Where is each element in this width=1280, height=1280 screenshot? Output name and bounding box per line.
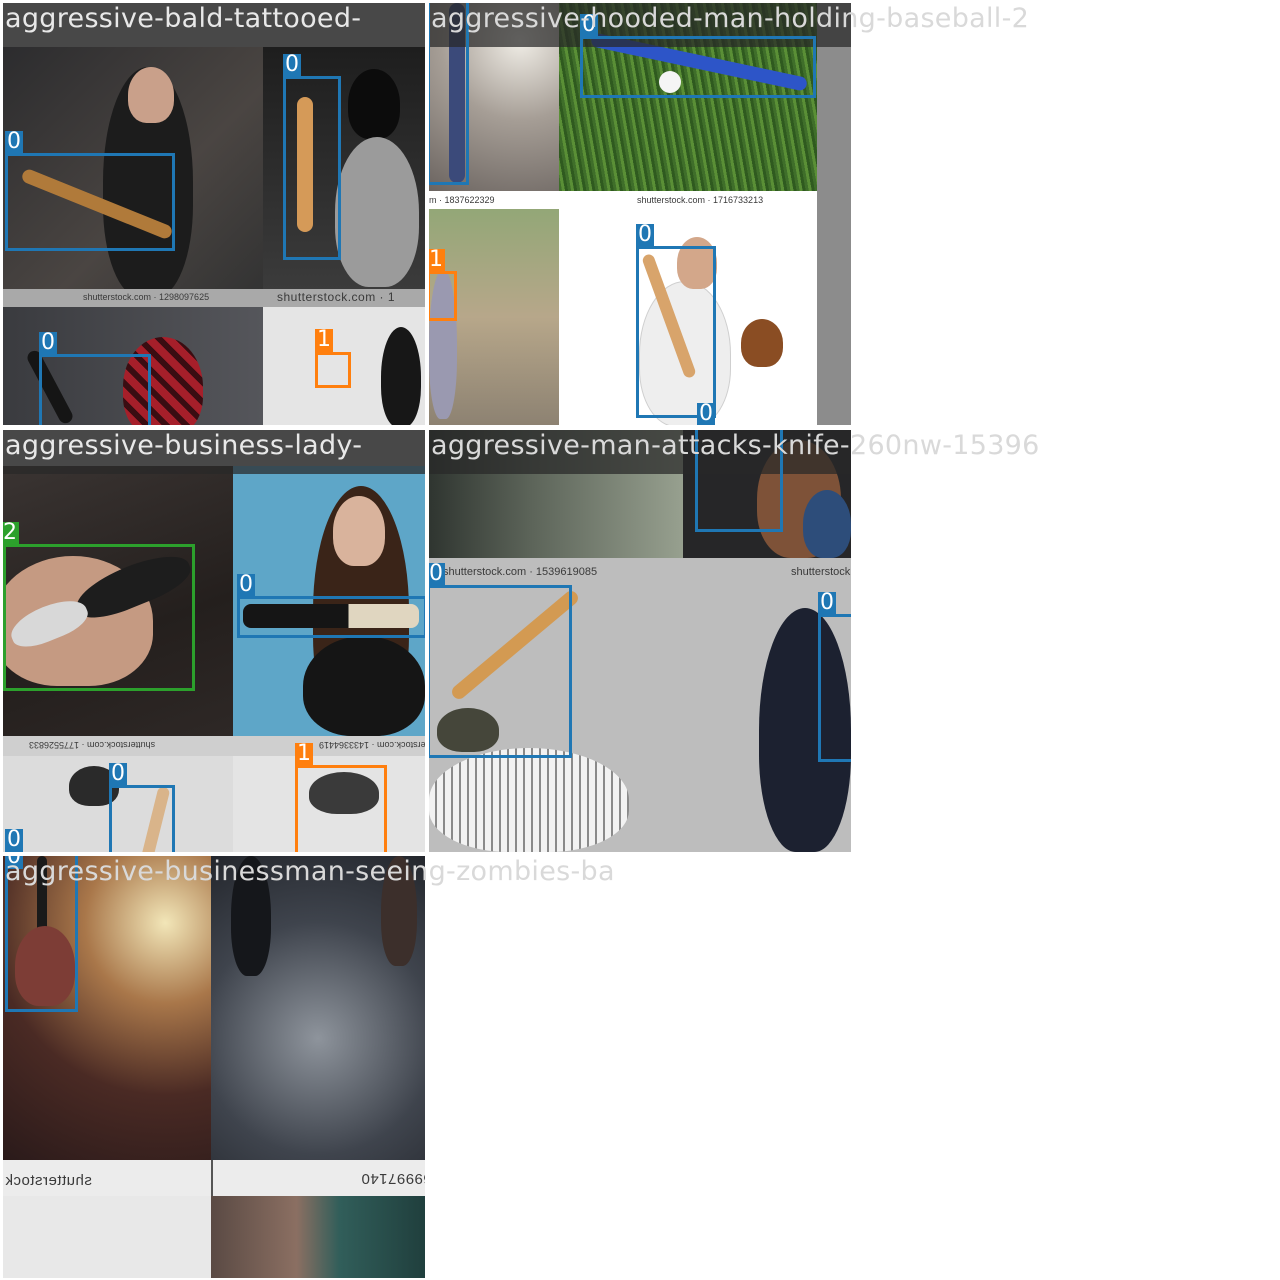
detection-box xyxy=(429,585,572,758)
watermark-text: shutterstock.com · 1 xyxy=(277,290,396,304)
watermark-text: m · 1837622329 xyxy=(429,195,495,205)
watermark-text: shutterstock. xyxy=(791,566,851,578)
detection-box xyxy=(283,76,341,260)
class-label: 0 xyxy=(429,561,445,586)
watermark-text: shutterstock.com · 1433364419 xyxy=(319,740,425,750)
gray-padding xyxy=(817,3,851,425)
mosaic-tile-1: shutterstock.com · 1298097625 shuttersto… xyxy=(3,3,425,425)
detection-box xyxy=(39,354,151,425)
watermark-text: shutterstock.com · 1716733213 xyxy=(637,195,764,205)
photo-blank xyxy=(3,1196,211,1278)
detection-box xyxy=(429,271,457,321)
watermark-strip: shutterstock.com · 1775526833 shuttersto… xyxy=(3,736,425,756)
striped-jersey xyxy=(429,748,629,852)
class-label: 1 xyxy=(315,327,333,352)
head-figure xyxy=(128,67,174,123)
detection-box xyxy=(295,765,387,852)
class-label: 0 xyxy=(5,827,23,852)
masked-head xyxy=(348,69,400,139)
baseball-glove xyxy=(741,319,783,367)
detection-box xyxy=(5,153,175,251)
class-label: 0 xyxy=(636,222,654,247)
class-label: 0 xyxy=(283,52,301,77)
jeans-figure xyxy=(803,490,851,558)
jacket-figure xyxy=(303,636,425,736)
hat-figure xyxy=(381,327,421,425)
watermark-text: shutterstock.com · 1298097625 xyxy=(83,292,210,302)
class-label: 0 xyxy=(818,590,836,615)
image-filename: aggressive-bald-tattooed- xyxy=(5,3,362,34)
watermark-strip: shutterstock xyxy=(3,1160,211,1196)
detection-box xyxy=(818,614,851,762)
class-label: 1 xyxy=(295,741,313,766)
face-figure xyxy=(333,496,385,566)
mosaic-tile-4: shutterstock.com · 1539619085 shuttersto… xyxy=(429,430,851,852)
class-label: 0 xyxy=(697,401,715,425)
image-filename: aggressive-man-attacks-knife-260nw-15396 xyxy=(431,430,1040,461)
photo-room xyxy=(211,1196,425,1278)
class-label: 2 xyxy=(3,520,19,545)
watermark-strip: 1469997140 xyxy=(211,1160,425,1196)
mosaic-tile-3: shutterstock.com · 1775526833 shuttersto… xyxy=(3,430,425,852)
watermark-text: shutterstock xyxy=(5,1172,92,1189)
detection-box xyxy=(237,596,425,638)
image-filename: aggressive-businessman-seeing-zombies-ba xyxy=(5,856,615,887)
watermark-text: shutterstock.com · 1539619085 xyxy=(443,566,598,578)
photo-zombies-fog xyxy=(211,856,425,1160)
watermark-strip: shutterstock.com · 1298097625 shuttersto… xyxy=(3,289,425,307)
watermark-text: shutterstock.com · 1775526833 xyxy=(29,740,156,750)
mosaic-tile-5: shutterstock 1469997140 0 xyxy=(3,856,425,1278)
class-label: 0 xyxy=(109,761,127,786)
torso-figure xyxy=(335,137,419,287)
class-label: 0 xyxy=(39,330,57,355)
detection-box xyxy=(3,544,195,691)
detection-box xyxy=(580,36,816,98)
detection-box xyxy=(636,246,716,418)
image-filename: aggressive-hooded-man-holding-baseball-2 xyxy=(431,3,1030,34)
class-label: 1 xyxy=(429,247,445,272)
watermark-text: 1469997140 xyxy=(361,1170,425,1187)
class-label: 0 xyxy=(237,572,255,597)
detection-box xyxy=(109,785,175,852)
class-label: 0 xyxy=(5,129,23,154)
mosaic-tile-2: m · 1837622329 shutterstock.com · 171673… xyxy=(429,3,851,425)
image-filename: aggressive-business-lady- xyxy=(5,430,363,461)
watermark-strip: m · 1837622329 xyxy=(429,191,559,209)
detection-box xyxy=(315,352,351,388)
